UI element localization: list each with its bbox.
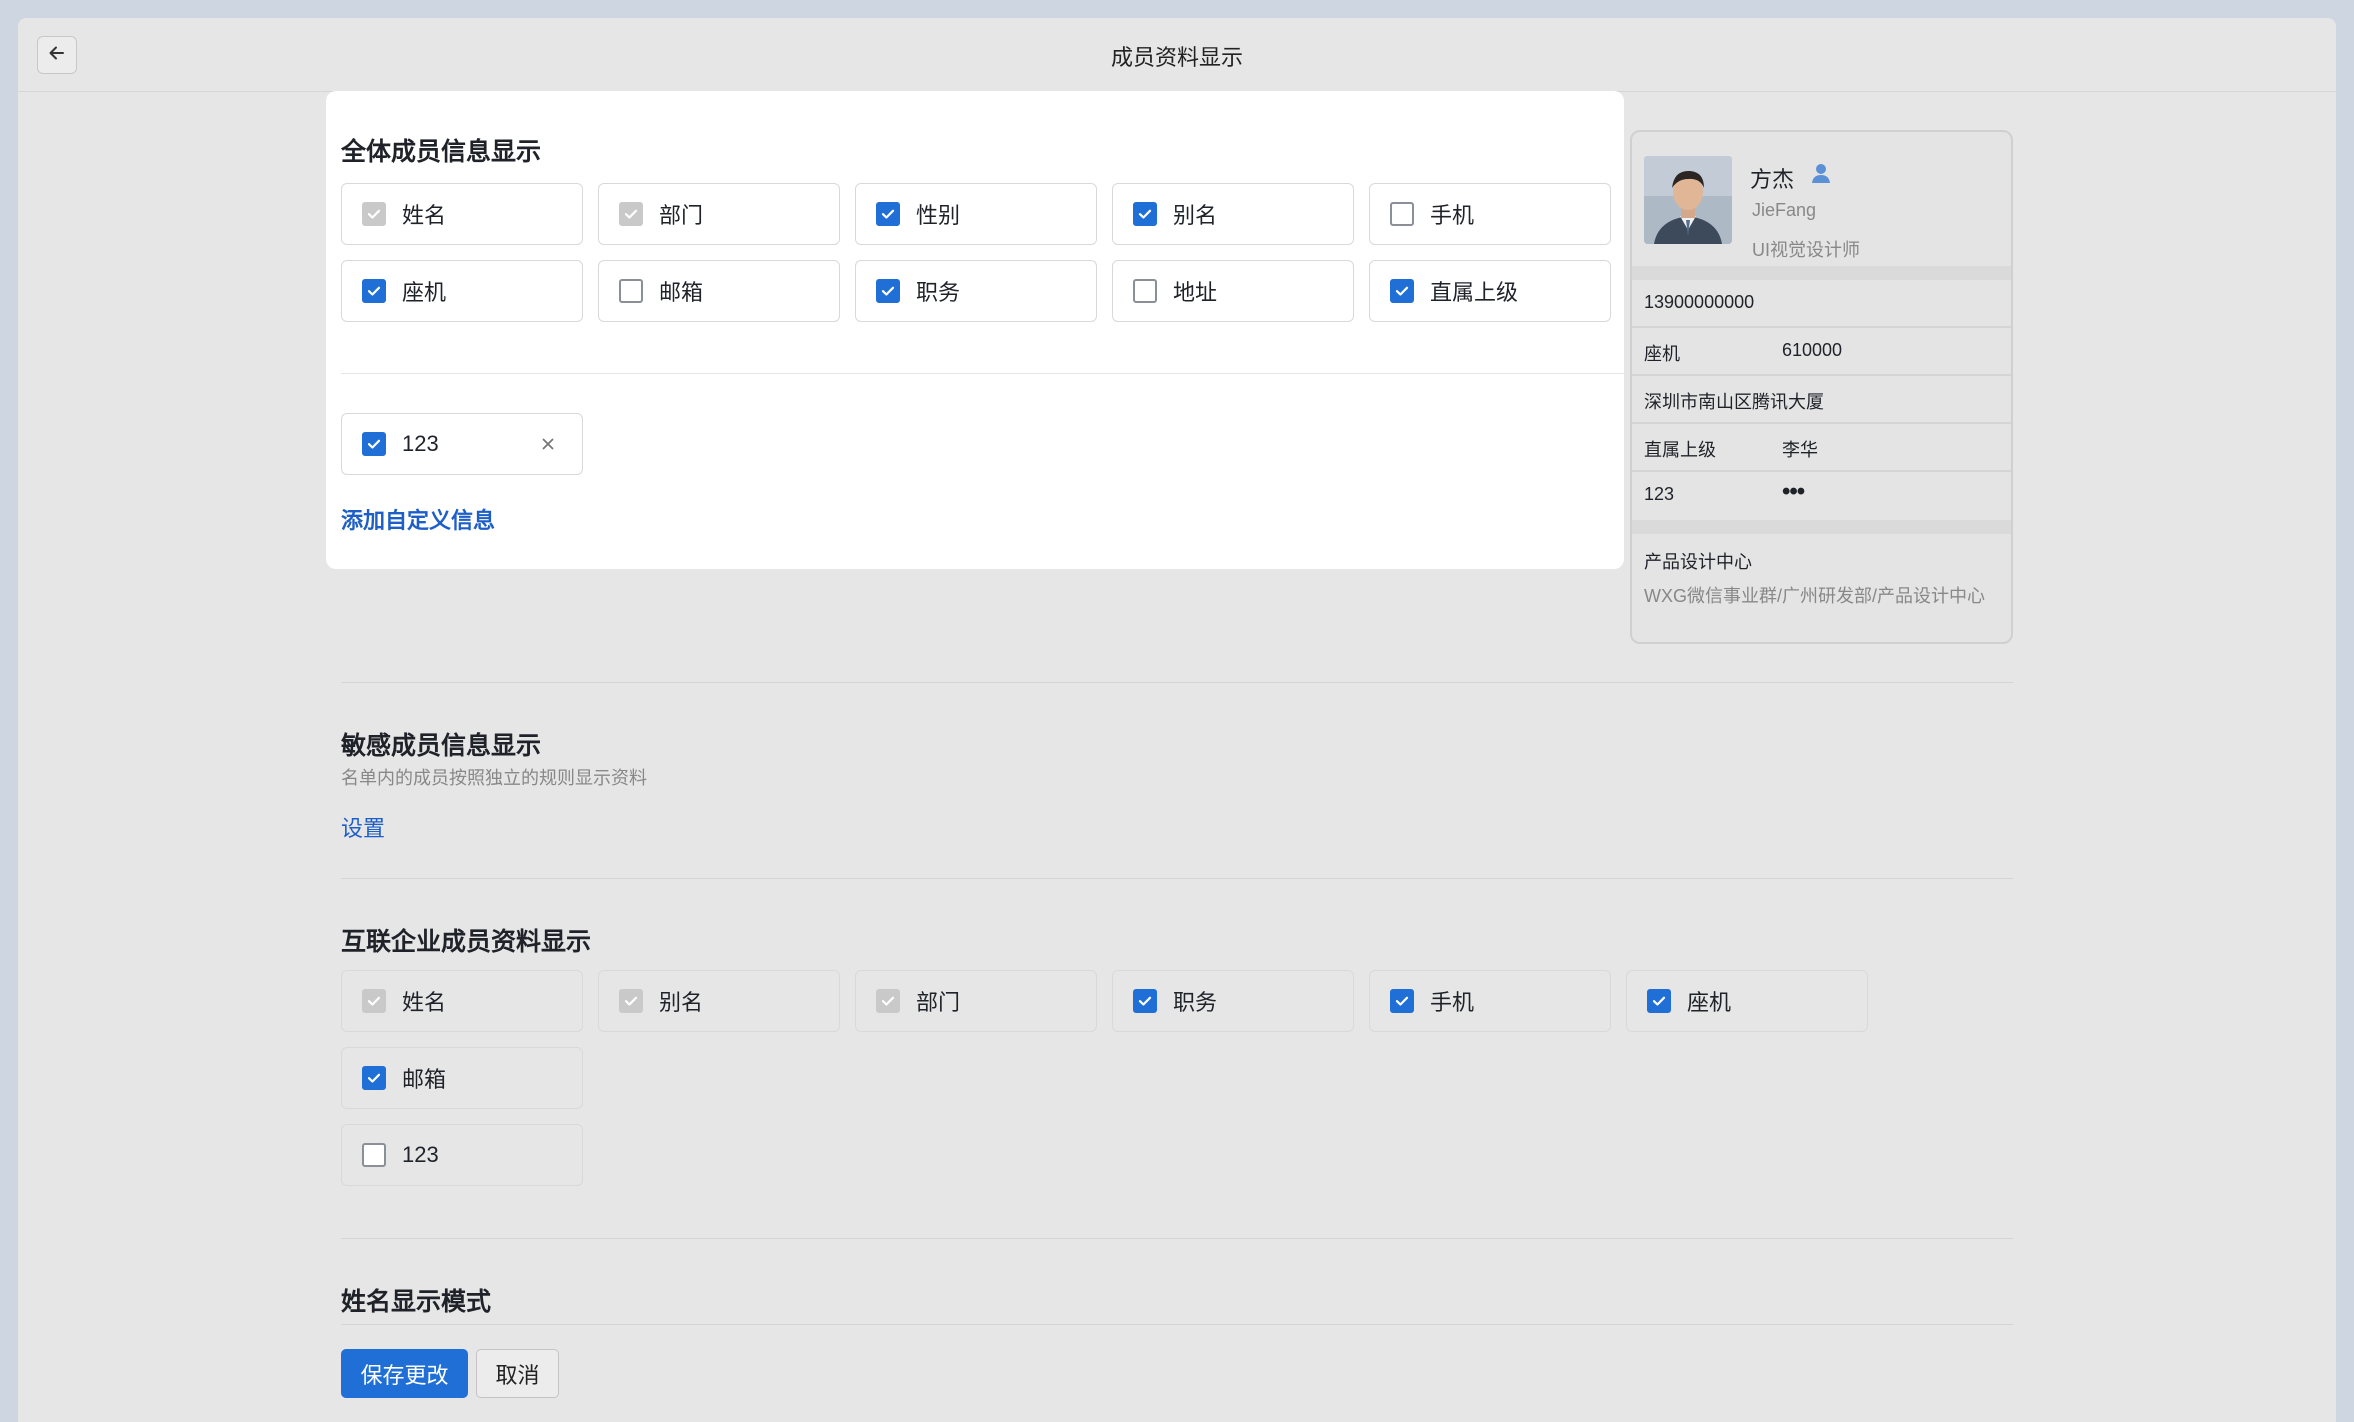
person-icon [1810,162,1832,189]
checkbox [619,989,643,1013]
checkbox [362,202,386,226]
checkbox-label: 邮箱 [659,280,704,305]
all-fields-checkbox-tile[interactable]: 地址 [1112,260,1354,322]
preview-name: 方杰 [1750,167,1795,192]
page-title: 成员资料显示 [1110,45,1243,70]
save-button[interactable]: 保存更改 [341,1349,468,1398]
preview-department-path: WXG微信事业群/广州研发部/产品设计中心 [1644,586,1985,606]
checkbox-label: 部门 [659,203,704,228]
checkbox-label: 座机 [402,280,447,305]
checkbox-label: 手机 [1430,990,1475,1015]
interconnected-title: 互联企业成员资料显示 [341,928,592,956]
sensitive-settings-link[interactable]: 设置 [341,811,385,843]
checkbox-label: 123 [402,431,439,456]
checkbox-label: 性别 [916,203,961,228]
checkbox[interactable] [362,432,386,456]
all-members-divider [341,373,1624,374]
preview-landline-label: 座机 [1644,344,1680,364]
preview-manager-value: 李华 [1782,440,1818,460]
divider-2 [341,878,2013,879]
checkbox-label: 别名 [659,990,704,1015]
checkbox[interactable] [1390,202,1414,226]
checkbox[interactable] [1390,989,1414,1013]
preview-row-landline: 座机 610000 [1632,328,2011,376]
divider-3 [341,1238,2013,1239]
preview-band [1632,266,2011,280]
all-fields-checkbox-tile[interactable]: 邮箱 [598,260,840,322]
checkbox[interactable] [1133,989,1157,1013]
checkbox-label: 邮箱 [402,1067,447,1092]
all-fields-checkbox-tile[interactable]: 直属上级 [1369,260,1611,322]
preview-alias: JieFang [1752,200,1817,220]
inter-fields-checkbox-tile[interactable]: 手机 [1369,970,1611,1032]
preview-row-address: 深圳市南山区腾讯大厦 [1632,376,2011,424]
close-icon[interactable] [534,430,562,458]
inter-fields-checkbox-tile[interactable]: 职务 [1112,970,1354,1032]
all-fields-checkbox-tile[interactable]: 别名 [1112,183,1354,245]
checkbox[interactable] [362,1066,386,1090]
checkbox[interactable] [362,279,386,303]
checkbox-label: 座机 [1687,990,1732,1015]
inter-fields-checkbox-tile[interactable]: 姓名 [341,970,583,1032]
checkbox[interactable] [876,202,900,226]
checkbox-label: 职务 [1173,990,1218,1015]
preview-address: 深圳市南山区腾讯大厦 [1644,392,1824,412]
all-members-title: 全体成员信息显示 [341,138,542,166]
preview-row-custom: 123 ••• [1632,472,2011,520]
inter-fields-checkbox-tile[interactable]: 123 [341,1124,583,1186]
preview-landline-value: 610000 [1782,340,1843,360]
checkbox[interactable] [1133,202,1157,226]
cancel-button[interactable]: 取消 [476,1349,559,1398]
checkbox[interactable] [362,1143,386,1167]
app-window: 成员资料显示 全体成员信息显示 姓名 部门 性别 别名 手机 座机 邮箱 职务 地址 直属上级 1… [18,18,2336,1422]
all-fields-checkbox-tile[interactable]: 座机 [341,260,583,322]
preview-band-2 [1632,520,2011,534]
preview-manager-label: 直属上级 [1644,440,1716,460]
checkbox-label: 部门 [916,990,961,1015]
all-fields-checkbox-tile[interactable]: 部门 [598,183,840,245]
checkbox-label: 直属上级 [1430,280,1519,305]
preview-position: UI视觉设计师 [1752,240,1860,260]
add-custom-info-link[interactable]: 添加自定义信息 [341,503,495,535]
divider-1 [341,682,2013,683]
checkbox[interactable] [876,279,900,303]
checkbox [362,989,386,1013]
preview-mobile: 13900000000 [1644,292,1755,312]
preview-department: 产品设计中心 [1644,552,1752,572]
inter-fields-checkbox-tile[interactable]: 部门 [855,970,1097,1032]
all-fields-checkbox-tile[interactable]: 职务 [855,260,1097,322]
sensitive-title: 敏感成员信息显示 [341,732,542,760]
all-fields-checkbox-tile[interactable]: 姓名 [341,183,583,245]
checkbox [619,202,643,226]
divider-4 [341,1324,2013,1325]
avatar [1644,156,1732,244]
checkbox-label: 手机 [1430,203,1475,228]
checkbox-label: 别名 [1173,203,1218,228]
checkbox-label: 姓名 [402,990,447,1015]
inter-fields-checkbox-tile[interactable]: 邮箱 [341,1047,583,1109]
checkbox [876,989,900,1013]
checkbox[interactable] [1647,989,1671,1013]
checkbox[interactable] [619,279,643,303]
inter-fields-checkbox-tile[interactable]: 别名 [598,970,840,1032]
checkbox-label: 职务 [916,280,961,305]
preview-custom-value: ••• [1782,478,1805,505]
checkbox-label: 姓名 [402,203,447,228]
all-fields-checkbox-tile[interactable]: 手机 [1369,183,1611,245]
preview-row-mobile: 13900000000 [1632,280,2011,328]
preview-row-manager: 直属上级 李华 [1632,424,2011,472]
sensitive-description: 名单内的成员按照独立的规则显示资料 [341,768,647,788]
preview-custom-label: 123 [1644,484,1675,504]
checkbox[interactable] [1390,279,1414,303]
checkbox[interactable] [1133,279,1157,303]
checkbox-label: 123 [402,1142,439,1167]
profile-preview-card: 方杰 JieFang UI视觉设计师 13900000000 座机 610000… [1630,130,2013,644]
top-bar: 成员资料显示 [18,18,2336,92]
checkbox-label: 地址 [1173,280,1218,305]
name-mode-title: 姓名显示模式 [341,1288,492,1316]
custom-fields-checkbox-tile[interactable]: 123 [341,413,583,475]
inter-fields-checkbox-tile[interactable]: 座机 [1626,970,1868,1032]
all-fields-checkbox-tile[interactable]: 性别 [855,183,1097,245]
